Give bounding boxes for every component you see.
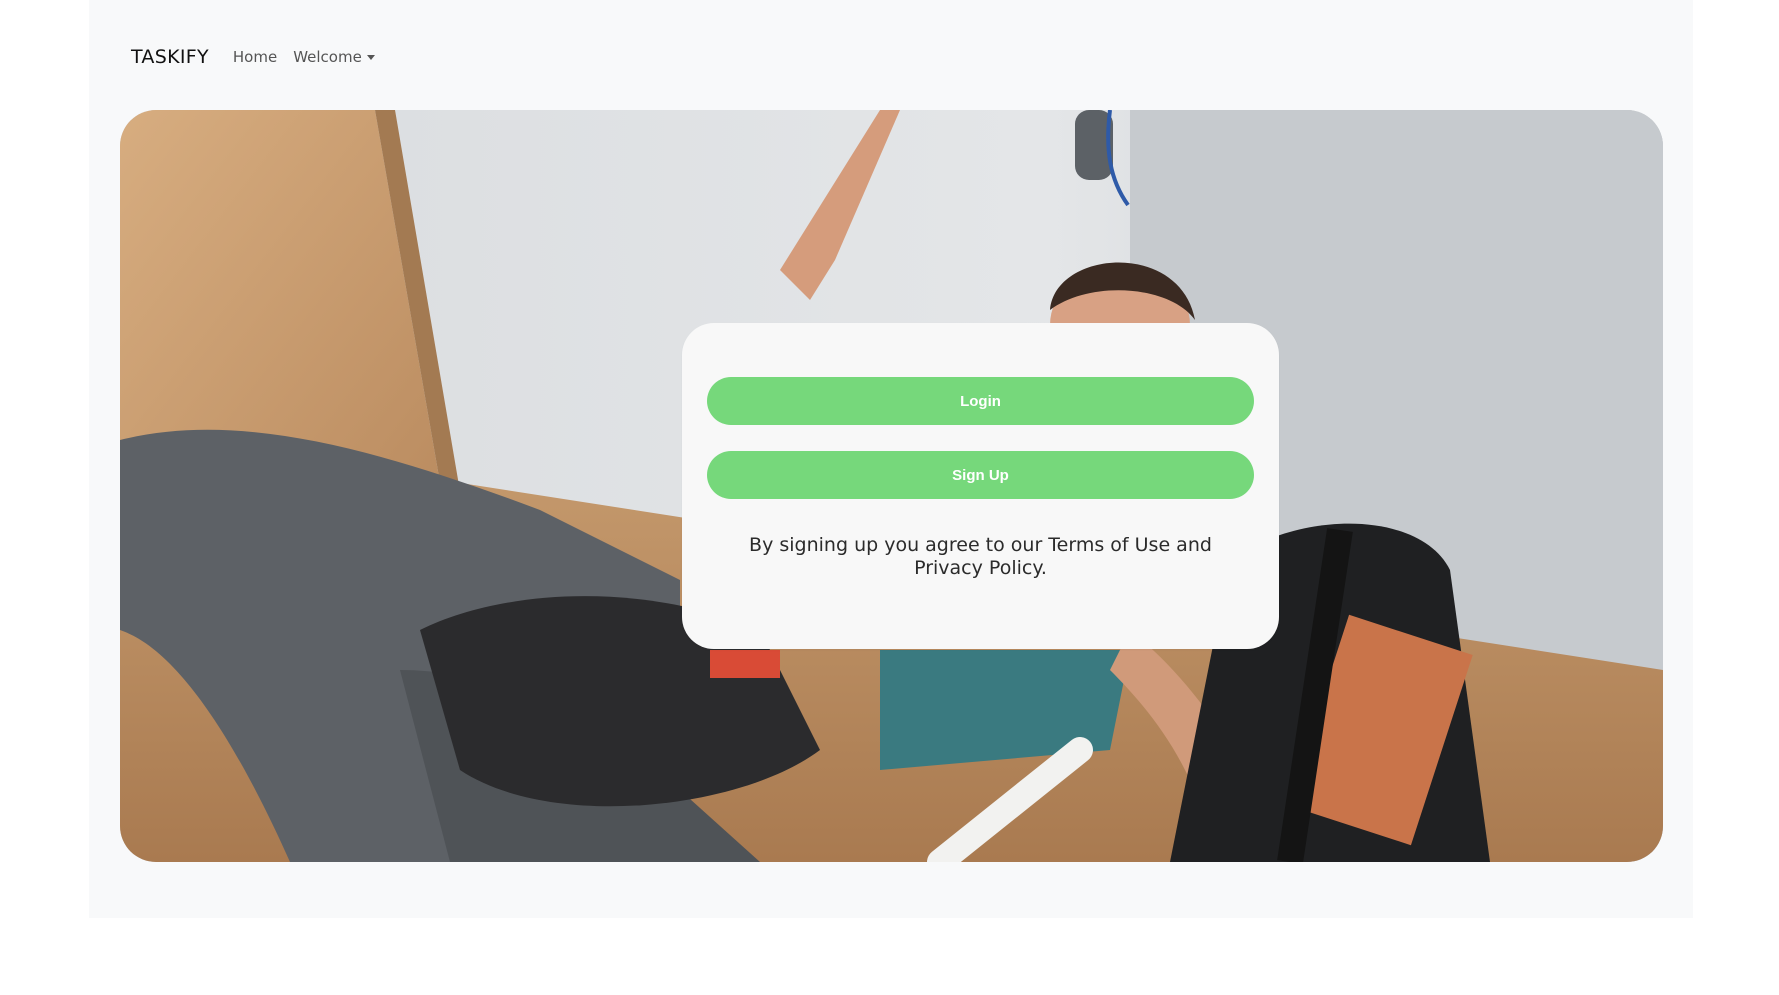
login-button[interactable]: Login — [707, 377, 1254, 425]
navbar: TASKIFY Home Welcome — [131, 40, 391, 74]
nav-dropdown-welcome-label: Welcome — [293, 48, 362, 66]
page-container: TASKIFY Home Welcome Login Sign Up By si… — [89, 0, 1693, 918]
signup-button[interactable]: Sign Up — [707, 451, 1254, 499]
terms-text: By signing up you agree to our Terms of … — [749, 534, 1212, 579]
nav-dropdown-welcome[interactable]: Welcome — [293, 48, 375, 66]
brand-logo[interactable]: TASKIFY — [131, 46, 209, 68]
caret-down-icon — [366, 55, 375, 60]
auth-card: Login Sign Up By signing up you agree to… — [682, 323, 1279, 649]
nav-link-home[interactable]: Home — [233, 48, 277, 66]
nav-link-home-label: Home — [232, 48, 278, 66]
